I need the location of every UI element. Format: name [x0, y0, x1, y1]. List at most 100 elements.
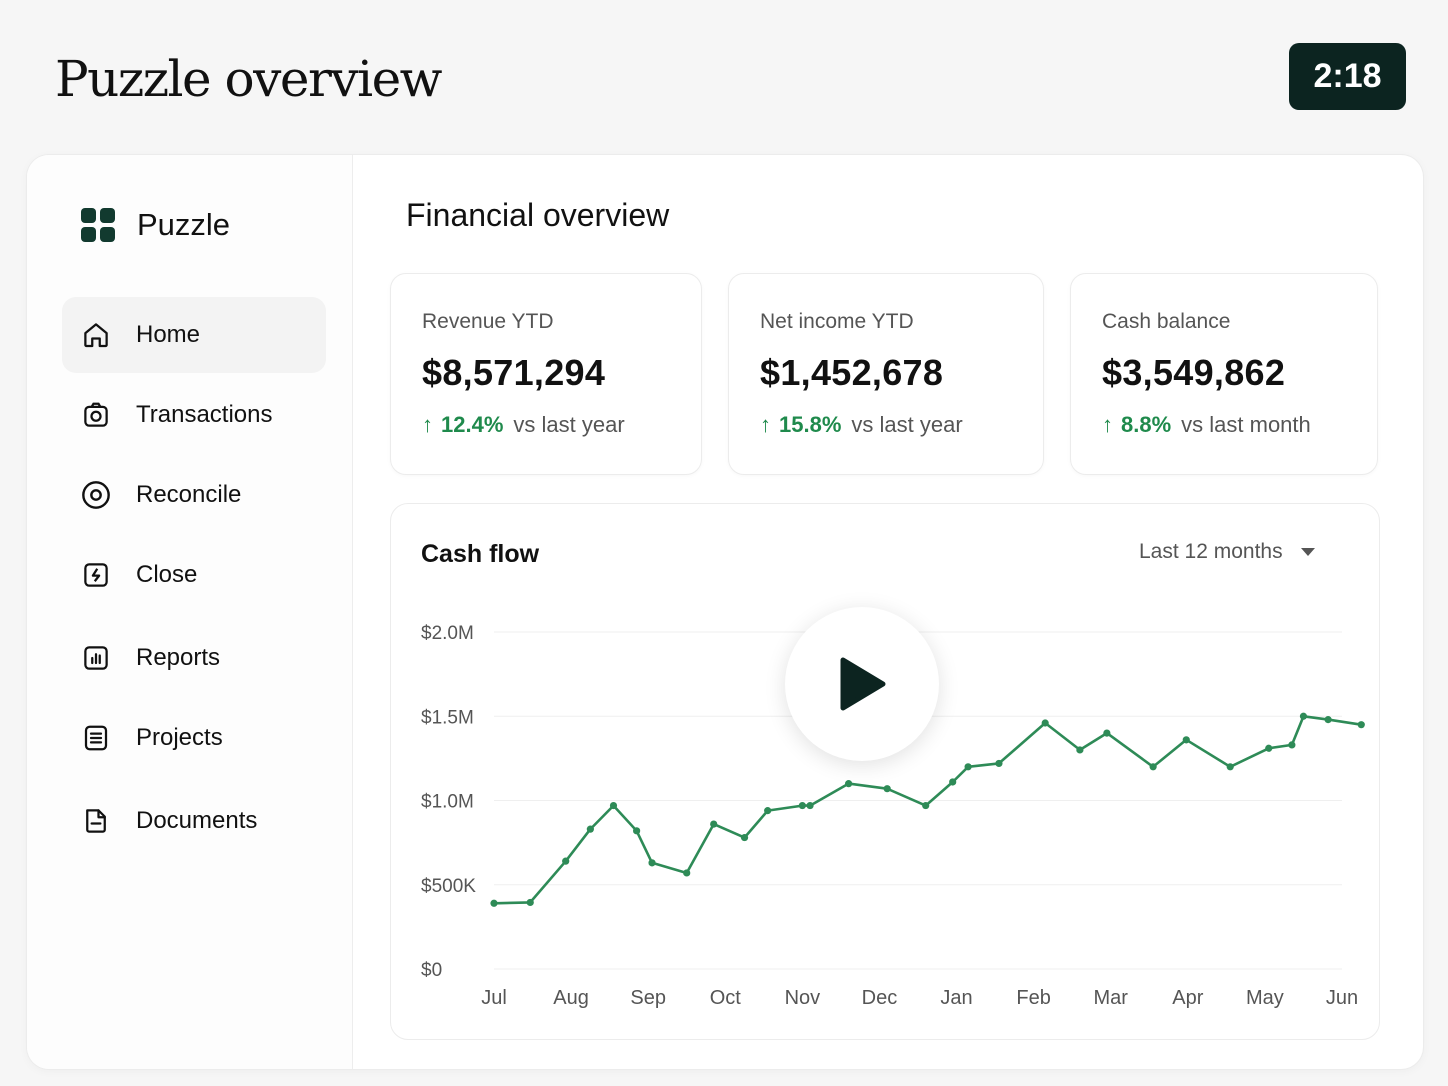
main-content: Financial overview Revenue YTD $8,571,29… — [352, 155, 1423, 1069]
data-point — [922, 801, 930, 810]
section-title: Financial overview — [406, 197, 670, 233]
sidebar-item-reports[interactable]: Reports — [62, 620, 326, 696]
data-point — [1226, 763, 1234, 771]
play-button[interactable] — [785, 607, 939, 761]
data-point — [1357, 721, 1365, 729]
x-tick-label: Nov — [785, 987, 821, 1009]
sidebar-item-label: Reconcile — [136, 481, 242, 508]
sidebar-item-projects[interactable]: Projects — [62, 700, 326, 776]
data-point — [1299, 712, 1308, 720]
data-point — [490, 899, 498, 907]
data-point — [562, 857, 570, 865]
data-point — [633, 827, 641, 835]
data-point — [764, 807, 772, 815]
sidebar-item-home[interactable]: Home — [62, 297, 326, 373]
x-tick-label: Jan — [940, 987, 972, 1009]
x-tick-label: Jul — [481, 987, 507, 1009]
data-point — [806, 801, 814, 810]
brand-name: Puzzle — [137, 207, 231, 242]
sidebar-item-reconcile[interactable]: Reconcile — [62, 457, 326, 533]
sidebar-item-documents[interactable]: Documents — [62, 783, 326, 859]
data-point — [798, 801, 806, 810]
cash-flow-card: Cash flow Last 12 months $0 $500K $1.0M $1.… — [390, 503, 1380, 1040]
y-tick-label: $1.5M — [421, 707, 474, 728]
data-point — [740, 833, 749, 842]
y-tick-label: $1.0M — [421, 792, 474, 813]
x-tick-label: Jun — [1326, 987, 1358, 1009]
metric-label: Net income YTD — [760, 310, 914, 333]
series-line — [492, 715, 1363, 905]
metric-change: ↑ 15.8% vs last year — [760, 412, 963, 438]
y-tick-label: $2.0M — [421, 623, 474, 644]
sidebar: Puzzle Home Transactions Reconcile Close… — [27, 155, 353, 1069]
data-point — [1103, 729, 1111, 737]
x-tick-label: May — [1246, 987, 1284, 1009]
arrow-up-icon: ↑ — [760, 412, 771, 437]
sidebar-item-label: Home — [136, 321, 201, 348]
list-icon — [80, 722, 112, 754]
sidebar-item-label: Close — [136, 561, 198, 588]
metric-label: Revenue YTD — [422, 310, 554, 333]
x-tick-label: Feb — [1016, 987, 1050, 1009]
data-point — [1076, 746, 1084, 754]
play-icon — [840, 657, 886, 711]
data-point — [1041, 719, 1049, 727]
metric-card-net-income: Net income YTD $1,452,678 ↑ 15.8% vs las… — [728, 273, 1044, 475]
sidebar-item-label: Projects — [136, 724, 223, 751]
timer-badge: 2:18 — [1289, 43, 1406, 110]
x-tick-label: Aug — [553, 987, 589, 1009]
metric-card-revenue: Revenue YTD $8,571,294 ↑ 12.4% vs last y… — [390, 273, 702, 475]
data-point — [1288, 741, 1296, 749]
metric-value: $1,452,678 — [760, 352, 944, 393]
metric-change: ↑ 12.4% vs last year — [422, 412, 625, 438]
report-icon — [80, 642, 112, 674]
data-point — [883, 785, 891, 793]
app-window: Puzzle Home Transactions Reconcile Close… — [27, 155, 1423, 1069]
bolt-icon — [80, 559, 112, 591]
sidebar-item-label: Reports — [136, 644, 221, 671]
data-point — [648, 859, 656, 867]
change-percent: 8.8% — [1121, 412, 1172, 437]
data-point — [1265, 744, 1273, 752]
data-point — [683, 869, 691, 877]
data-point — [964, 763, 972, 771]
data-point — [1182, 736, 1190, 744]
y-tick-label: $0 — [421, 960, 442, 981]
change-percent: 15.8% — [779, 412, 842, 437]
metric-label: Cash balance — [1102, 310, 1231, 333]
data-point — [845, 780, 853, 788]
change-percent: 12.4% — [441, 412, 504, 437]
metric-value: $3,549,862 — [1102, 352, 1286, 393]
eye-icon — [80, 479, 112, 511]
data-point — [609, 801, 618, 810]
puzzle-logo-icon — [81, 208, 115, 242]
brand[interactable]: Puzzle — [81, 207, 230, 243]
x-tick-label: Dec — [862, 987, 898, 1009]
document-icon — [80, 805, 112, 837]
x-tick-label: Oct — [710, 987, 742, 1009]
metric-change: ↑ 8.8% vs last month — [1102, 412, 1311, 438]
cash-flow-chart: $0 $500K $1.0M $1.5M $2.0M Jul Aug Sep Oct Nov Dec… — [421, 623, 1365, 1009]
arrow-up-icon: ↑ — [422, 412, 433, 437]
x-tick-label: Apr — [1172, 987, 1203, 1009]
home-icon — [80, 319, 112, 351]
data-point — [949, 778, 957, 786]
data-point — [1324, 716, 1332, 724]
sidebar-item-transactions[interactable]: Transactions — [62, 377, 326, 453]
data-point — [1149, 763, 1157, 771]
metric-card-cash-balance: Cash balance $3,549,862 ↑ 8.8% vs last m… — [1070, 273, 1378, 475]
sidebar-item-label: Documents — [136, 807, 258, 834]
arrow-up-icon: ↑ — [1102, 412, 1113, 437]
camera-icon — [80, 399, 112, 431]
data-point — [526, 898, 534, 907]
sidebar-item-close[interactable]: Close — [62, 537, 326, 613]
y-tick-label: $500K — [421, 876, 476, 897]
data-point — [710, 820, 718, 828]
sidebar-item-label: Transactions — [136, 401, 273, 428]
x-tick-label: Sep — [630, 987, 666, 1009]
data-point — [586, 825, 594, 833]
change-comparison: vs last month — [1181, 412, 1311, 437]
change-comparison: vs last year — [513, 412, 625, 437]
x-tick-label: Mar — [1094, 987, 1129, 1009]
data-point — [995, 759, 1003, 768]
